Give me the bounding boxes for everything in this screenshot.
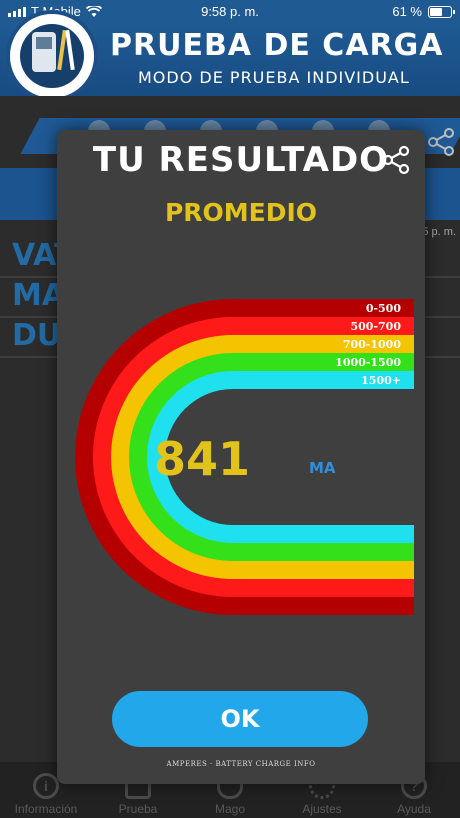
ok-button[interactable]: OK <box>112 691 368 747</box>
battery-group: 61 % <box>392 4 455 19</box>
app-title: PRUEBA DE CARGA <box>110 28 444 63</box>
app-subtitle: MODO DE PRUEBA INDIVIDUAL <box>138 68 410 87</box>
gauge-band-label: 1000-1500 <box>335 356 401 369</box>
app-header: PRUEBA DE CARGA MODO DE PRUEBA INDIVIDUA… <box>0 10 460 102</box>
result-dialog: TU RESULTADO PROMEDIO 0-500 500-700 700-10… <box>57 130 425 784</box>
dialog-footer: AMPERES · BATTERY CHARGE INFO <box>166 760 316 768</box>
reading-value: 841 <box>154 432 250 486</box>
result-gauge: 0-500 500-700 700-1000 1000-1500 1500+ 841 M… <box>75 299 414 615</box>
gauge-band-label: 0-500 <box>366 302 402 315</box>
app-logo <box>6 10 98 102</box>
gauge-band-label: 1500+ <box>361 374 401 387</box>
gauge-band-label: 700-1000 <box>343 338 401 351</box>
battery-percent: 61 % <box>392 4 422 19</box>
battery-icon <box>428 5 455 18</box>
reading-unit: MA <box>309 459 336 477</box>
gauge-band-label: 500-700 <box>351 320 402 333</box>
